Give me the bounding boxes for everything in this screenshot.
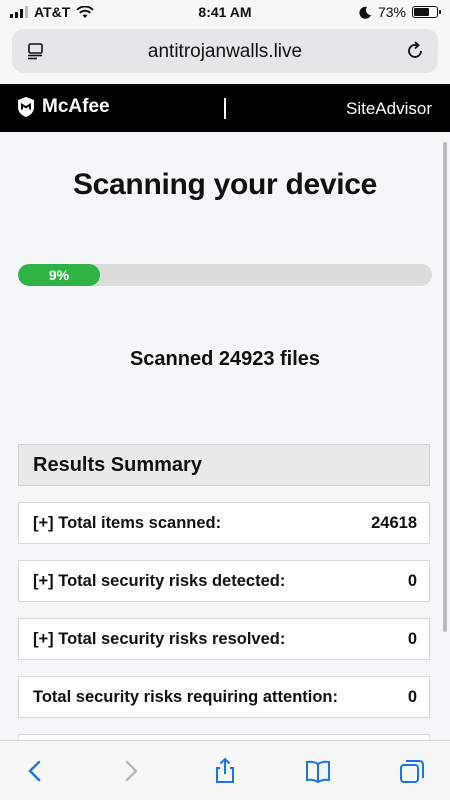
row-value: 0 <box>407 572 417 590</box>
row-label: [+] Total security risks detected: <box>33 572 286 590</box>
scanned-files-text: Scanned 24923 files <box>129 348 321 370</box>
status-right: 73% <box>359 4 441 20</box>
summary-row-risks-detected[interactable]: [+] Total security risks detected: 0 <box>18 560 430 602</box>
status-bar: AT&T 8:41 AM 73% <box>0 0 450 26</box>
summary-row-items-scanned[interactable]: [+] Total items scanned: 24618 <box>18 502 430 544</box>
bookmarks-icon[interactable] <box>304 757 332 785</box>
tabs-icon[interactable] <box>398 757 426 785</box>
browser-address-bar: antitrojanwalls.live <box>0 26 450 84</box>
battery-icon <box>412 6 441 18</box>
siteadvisor-label: SiteAdvisor <box>346 99 432 118</box>
reload-icon[interactable] <box>404 40 426 62</box>
row-label: [+] Total items scanned: <box>33 514 222 532</box>
page-content: Scanning your device 9% Scanned 24923 fi… <box>0 132 450 740</box>
logo-text: McAfee <box>42 96 110 117</box>
row-label: [+] Total security risks resolved: <box>33 630 286 648</box>
share-icon[interactable] <box>211 757 239 785</box>
row-value: 0 <box>407 688 417 706</box>
row-value: 24618 <box>371 514 417 532</box>
forward-icon[interactable] <box>116 757 144 785</box>
summary-row-requiring-attention: Total security risks requiring attention… <box>18 676 430 718</box>
browser-toolbar <box>0 740 450 800</box>
mcafee-logo[interactable]: McAfee <box>16 96 110 118</box>
mcafee-shield-icon <box>18 97 34 117</box>
site-header: McAfee SiteAdvisor <box>0 84 450 132</box>
page-title: Scanning your device <box>72 168 378 201</box>
scrollbar[interactable] <box>443 142 447 632</box>
summary-row-risks-resolved[interactable]: [+] Total security risks resolved: 0 <box>18 618 430 660</box>
url-text: antitrojanwalls.live <box>147 41 303 62</box>
scan-progress-bar: 9% <box>18 264 432 286</box>
moon-icon <box>359 6 371 19</box>
url-field[interactable]: antitrojanwalls.live <box>12 29 438 73</box>
progress-fill: 9% <box>18 264 100 286</box>
battery-percent: 73% <box>377 4 406 20</box>
results-summary-heading: Results Summary <box>18 444 430 486</box>
row-label: Total security risks requiring attention… <box>33 688 339 706</box>
header-divider <box>224 98 226 119</box>
row-value: 0 <box>407 630 417 648</box>
back-icon[interactable] <box>22 757 50 785</box>
